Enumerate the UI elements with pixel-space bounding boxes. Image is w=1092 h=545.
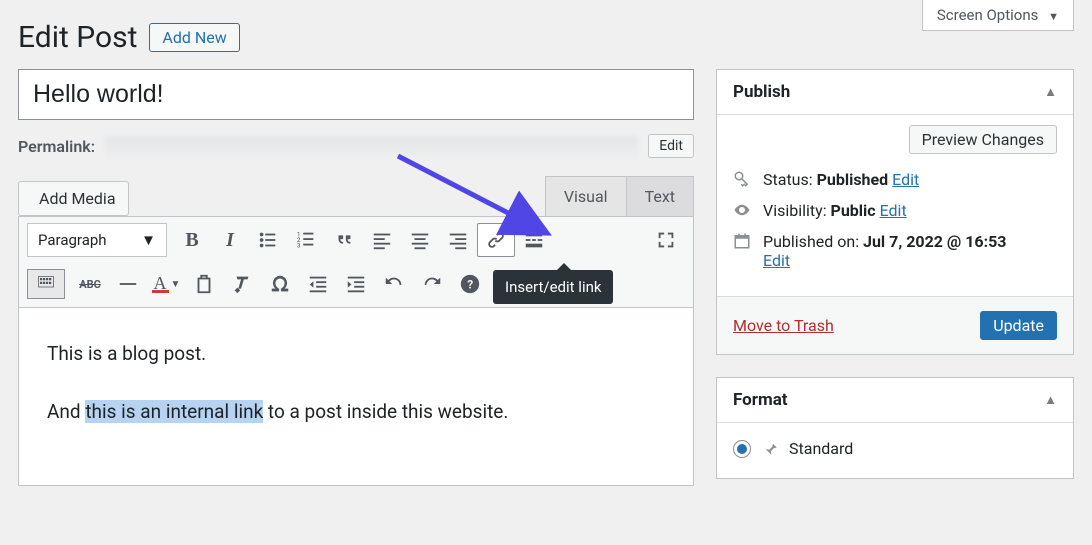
format-standard-radio[interactable] [733, 440, 751, 458]
eye-icon [733, 201, 751, 219]
publish-title: Publish [733, 82, 790, 102]
bullet-list-button[interactable] [249, 223, 287, 257]
text-color-button[interactable]: A▼ [147, 267, 185, 301]
undo-button[interactable] [375, 267, 413, 301]
page-title: Edit Post [18, 20, 137, 55]
editor-tab-text[interactable]: Text [626, 176, 694, 216]
clear-formatting-button[interactable] [223, 267, 261, 301]
insert-link-button[interactable] [477, 223, 515, 257]
editor-content[interactable]: This is a blog post. And this is an inte… [18, 308, 694, 486]
post-title-input[interactable] [18, 69, 694, 120]
screen-options-toggle[interactable]: Screen Options ▼ [922, 0, 1074, 31]
redo-button[interactable] [413, 267, 451, 301]
toolbar-toggle-button[interactable] [27, 269, 65, 299]
move-to-trash-link[interactable]: Move to Trash [733, 316, 834, 335]
edit-visibility-link[interactable]: Edit [880, 201, 907, 220]
permalink-url [105, 136, 638, 156]
visibility-text: Visibility: Public Edit [763, 201, 907, 220]
svg-text:T: T [201, 282, 206, 292]
svg-text:?: ? [467, 278, 473, 292]
strikethrough-button[interactable]: ABC [71, 267, 109, 301]
read-more-button[interactable] [515, 223, 553, 257]
add-media-label: Add Media [39, 189, 116, 208]
align-left-button[interactable] [363, 223, 401, 257]
collapse-icon[interactable]: ▲ [1044, 392, 1057, 408]
content-paragraph: This is a blog post. [47, 338, 665, 370]
calendar-icon [733, 232, 751, 250]
fullscreen-button[interactable] [647, 223, 685, 257]
indent-button[interactable] [337, 267, 375, 301]
chevron-down-icon: ▼ [141, 231, 156, 249]
add-new-button[interactable]: Add New [149, 23, 239, 52]
format-box: Format ▲ Standard [716, 377, 1074, 479]
status-text: Status: Published Edit [763, 170, 919, 189]
edit-permalink-button[interactable]: Edit [648, 134, 694, 158]
collapse-icon[interactable]: ▲ [1044, 84, 1057, 100]
align-right-button[interactable] [439, 223, 477, 257]
pin-icon [761, 440, 779, 458]
format-select[interactable]: Paragraph ▼ [27, 223, 167, 257]
outdent-button[interactable] [299, 267, 337, 301]
bold-button[interactable]: B [173, 223, 211, 257]
publish-box: Publish ▲ Preview Changes Status: Publis… [716, 69, 1074, 355]
format-select-label: Paragraph [38, 231, 107, 249]
published-on-text: Published on: Jul 7, 2022 @ 16:53 Edit [763, 232, 1006, 270]
help-button[interactable]: ? [451, 267, 489, 301]
key-icon [733, 170, 751, 188]
screen-options-label: Screen Options [937, 6, 1039, 24]
format-standard-label: Standard [789, 439, 853, 458]
italic-button[interactable]: I [211, 223, 249, 257]
align-center-button[interactable] [401, 223, 439, 257]
preview-changes-button[interactable]: Preview Changes [909, 125, 1057, 154]
format-title: Format [733, 390, 788, 410]
edit-date-link[interactable]: Edit [763, 251, 790, 270]
chevron-down-icon: ▼ [1048, 10, 1059, 23]
insert-link-tooltip: Insert/edit link [493, 270, 613, 304]
update-button[interactable]: Update [980, 311, 1057, 340]
selected-text: this is an internal link [85, 400, 263, 423]
horizontal-rule-button[interactable] [109, 267, 147, 301]
blockquote-button[interactable] [325, 223, 363, 257]
content-paragraph: And this is an internal link to a post i… [47, 396, 665, 428]
edit-status-link[interactable]: Edit [892, 170, 919, 189]
add-media-button[interactable]: Add Media [18, 181, 129, 216]
paste-text-button[interactable]: T [185, 267, 223, 301]
editor-tab-visual[interactable]: Visual [545, 176, 626, 216]
special-character-button[interactable] [261, 267, 299, 301]
permalink-label: Permalink: [18, 137, 95, 156]
svg-text:3: 3 [297, 241, 301, 249]
numbered-list-button[interactable]: 123 [287, 223, 325, 257]
